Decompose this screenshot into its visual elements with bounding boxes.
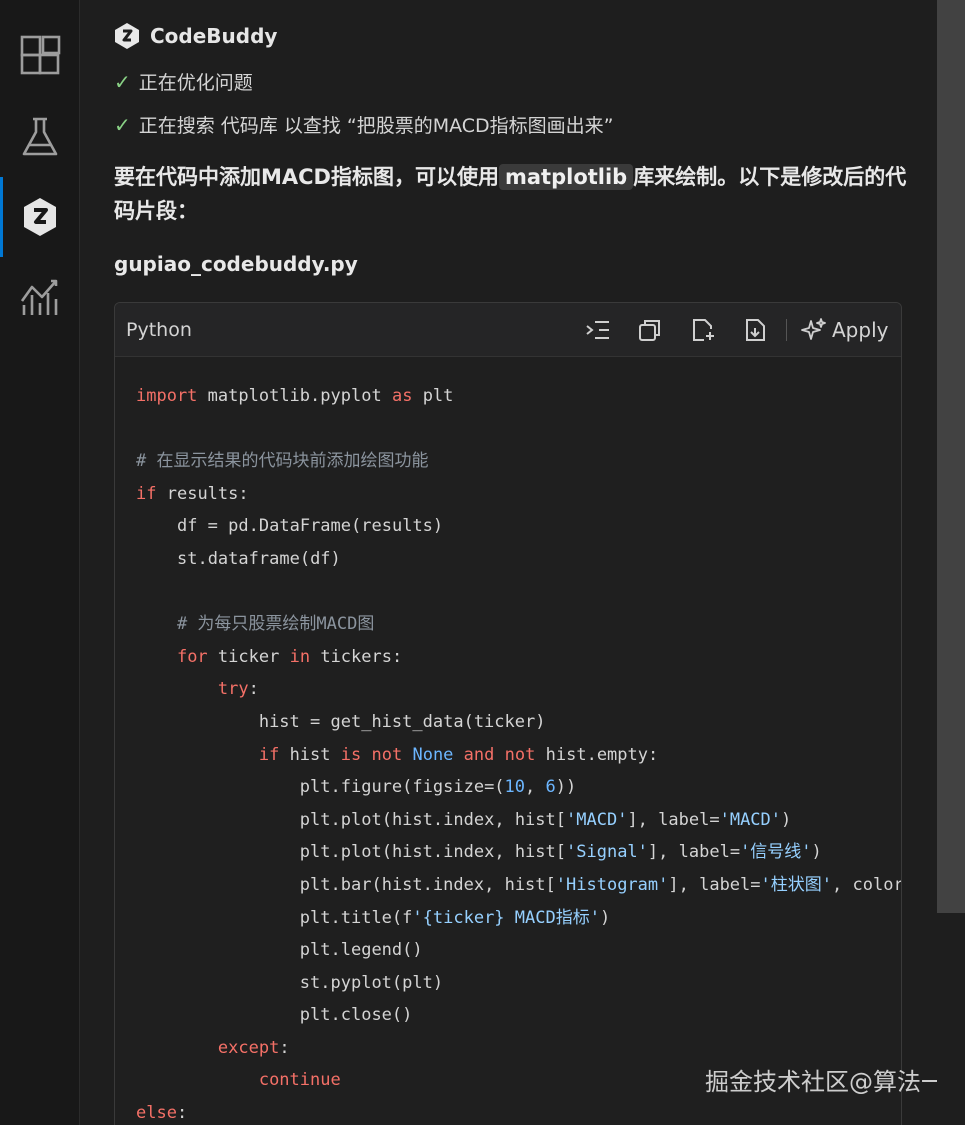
code-line: # 为每只股票绘制MACD图: [136, 614, 375, 635]
code-line: hist = get_hist_data(ticker): [258, 711, 546, 732]
apply-button[interactable]: Apply: [800, 315, 888, 345]
code-line: if hist is not None and not hist.empty:: [258, 744, 659, 765]
activity-bar: [0, 0, 80, 1125]
sparkle-icon: [801, 318, 826, 340]
flask-icon: [22, 117, 58, 156]
code-line: st.dataframe(df): [176, 548, 341, 569]
code-line: df = pd.DataFrame(results): [176, 516, 444, 537]
file-name[interactable]: gupiao_codebuddy.py: [114, 252, 358, 276]
inline-code: matplotlib: [499, 164, 634, 190]
code-line: st.pyplot(plt): [299, 972, 444, 993]
answer-text: 要在代码中添加MACD指标图，可以使用 matplotlib 库来绘制。以下是修改后…: [114, 160, 914, 228]
code-block-header: Python Apply: [115, 303, 901, 357]
copy-button[interactable]: [635, 315, 665, 345]
answer-part: 要在代码中添加MACD指标图，可以使用: [114, 165, 499, 189]
code-line: plt.legend(): [299, 940, 423, 961]
code-content[interactable]: import matplotlib.pyplot as plt # 在显示结果的代…: [115, 358, 902, 1125]
watermark: 掘金技术社区@算法一只狗: [705, 1068, 937, 1096]
code-line: if results:: [136, 483, 249, 504]
code-block: Python Apply import matplotlib.pyplot as…: [114, 302, 902, 1125]
codebuddy-logo-icon: [115, 23, 139, 49]
code-line: plt.close(): [299, 1005, 413, 1026]
activity-codebuddy[interactable]: [0, 177, 80, 257]
new-file-icon: [693, 319, 714, 341]
code-line: except:: [217, 1037, 290, 1058]
apply-label: Apply: [832, 318, 889, 342]
agent-name: CodeBuddy: [150, 24, 278, 48]
code-line: plt.plot(hist.index, hist['Signal'], lab…: [299, 842, 822, 863]
save-to-file-button[interactable]: [741, 315, 771, 345]
code-line: try:: [217, 679, 259, 700]
new-file-button[interactable]: [688, 315, 718, 345]
activity-stocks[interactable]: [0, 257, 80, 337]
chart-icon: [20, 279, 58, 315]
code-line: plt.figure(figsize=(10, 6)): [299, 777, 577, 798]
code-line: else:: [136, 1103, 188, 1124]
check-icon: ✓: [114, 69, 131, 94]
code-line: plt.title(f'{ticker} MACD指标'): [299, 907, 611, 928]
insert-at-cursor-button[interactable]: [583, 315, 613, 345]
step-text: 正在优化问题: [138, 72, 253, 94]
code-line: plt.plot(hist.index, hist['MACD'], label…: [299, 809, 792, 830]
copy-icon: [639, 320, 660, 341]
activity-extensions[interactable]: [0, 17, 80, 97]
code-line: # 在显示结果的代码块前添加绘图功能: [136, 451, 429, 472]
check-icon: ✓: [114, 112, 131, 137]
scrollbar-thumb[interactable]: [937, 0, 965, 913]
code-language: Python: [126, 318, 192, 341]
activity-testing[interactable]: [0, 97, 80, 177]
insert-icon: [586, 321, 609, 339]
app-window: CodeBuddy ✓ 正在优化问题 ✓ 正在搜索 代码库 以查找 “把股票的M…: [0, 0, 965, 1125]
agent-header: CodeBuddy: [114, 22, 277, 50]
codebuddy-icon: [24, 198, 56, 236]
code-line: plt.bar(hist.index, hist['Histogram'], l…: [299, 874, 902, 895]
extensions-icon: [20, 35, 61, 75]
code-line: import matplotlib.pyplot as plt: [136, 386, 454, 406]
step-item: ✓ 正在优化问题: [114, 68, 253, 95]
step-text: 正在搜索 代码库 以查找 “把股票的MACD指标图画出来”: [138, 115, 614, 137]
code-line: for ticker in tickers:: [176, 646, 403, 667]
file-download-icon: [746, 319, 765, 341]
step-item: ✓ 正在搜索 代码库 以查找 “把股票的MACD指标图画出来”: [114, 111, 614, 138]
chat-panel: CodeBuddy ✓ 正在优化问题 ✓ 正在搜索 代码库 以查找 “把股票的M…: [80, 0, 937, 1125]
toolbar-divider: [786, 319, 787, 341]
